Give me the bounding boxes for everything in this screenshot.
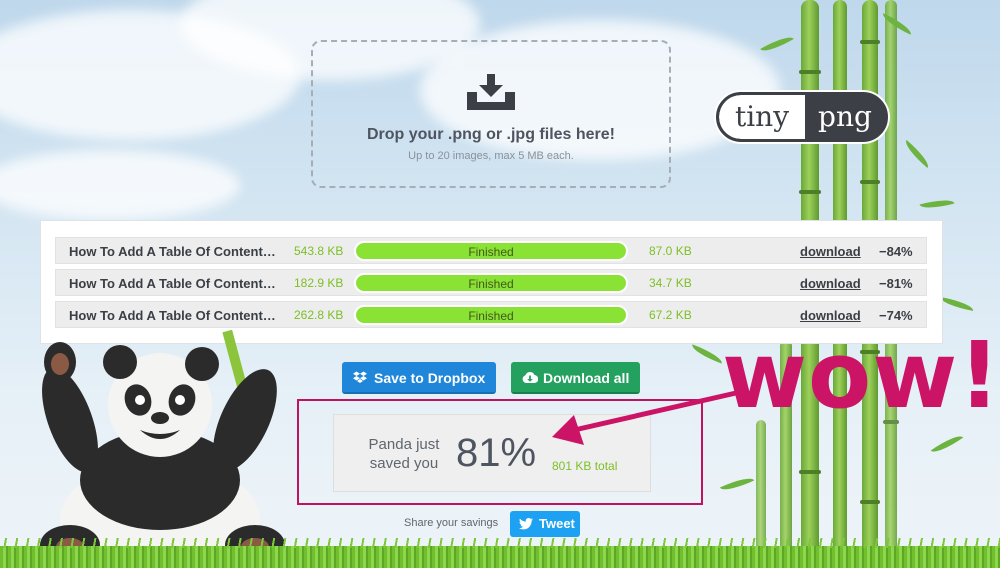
grass-ground: [0, 538, 1000, 568]
progress-bar: Finished: [354, 273, 628, 293]
progress-bar: Finished: [354, 305, 628, 325]
drop-zone-subtitle: Up to 20 images, max 5 MB each.: [408, 150, 574, 162]
savings-percent: 81%: [456, 431, 537, 475]
save-to-dropbox-button[interactable]: Save to Dropbox: [342, 362, 496, 394]
original-size: 262.8 KB: [294, 308, 344, 322]
download-link[interactable]: download: [800, 244, 861, 259]
bamboo-leaf: [719, 473, 755, 495]
result-row: How To Add A Table Of Contents To WordPr…: [55, 269, 927, 296]
tweet-label: Tweet: [539, 516, 575, 531]
reduction-percent: −84%: [879, 244, 913, 259]
bamboo-leaf: [939, 297, 975, 311]
bamboo-leaf: [919, 195, 955, 213]
download-link[interactable]: download: [800, 308, 861, 323]
progress-status: Finished: [468, 277, 514, 291]
bamboo-leaf: [901, 140, 933, 168]
file-name: How To Add A Table Of Contents To WordPr…: [69, 308, 281, 323]
twitter-bird-icon: [519, 518, 533, 530]
cloud-download-icon: [522, 372, 538, 384]
savings-label-line2: saved you: [369, 455, 439, 472]
save-to-dropbox-label: Save to Dropbox: [374, 370, 486, 386]
download-tray-icon: [467, 74, 515, 110]
savings-label: Panda just saved you: [354, 435, 454, 473]
bamboo-leaf: [760, 32, 794, 56]
compressed-size: 87.0 KB: [649, 244, 692, 258]
drop-zone-title: Drop your .png or .jpg files here!: [366, 126, 615, 143]
download-link[interactable]: download: [800, 276, 861, 291]
download-all-label: Download all: [543, 370, 630, 386]
compressed-size: 34.7 KB: [649, 276, 692, 290]
share-label: Share your savings: [404, 517, 499, 529]
tweet-button[interactable]: Tweet: [510, 511, 580, 537]
original-size: 543.8 KB: [294, 244, 344, 258]
result-row: How To Add A Table Of Contents To WordPr…: [55, 237, 927, 264]
wow-annotation: wow!: [722, 322, 1000, 429]
drop-zone[interactable]: Drop your .png or .jpg files here! Up to…: [311, 40, 671, 188]
tinypng-logo[interactable]: tiny png: [716, 92, 888, 142]
bamboo-leaf: [689, 344, 725, 364]
dropbox-icon: [353, 371, 367, 383]
annotation-arrow: [552, 390, 737, 445]
cloud: [0, 150, 240, 220]
reduction-percent: −74%: [879, 308, 913, 323]
progress-bar: Finished: [354, 241, 628, 261]
progress-status: Finished: [468, 309, 514, 323]
savings-label-line1: Panda just: [368, 436, 440, 453]
original-size: 182.9 KB: [294, 276, 344, 290]
file-name: How To Add A Table Of Contents To WordPr…: [69, 276, 281, 291]
logo-text-png: png: [818, 100, 872, 133]
compressed-size: 67.2 KB: [649, 308, 692, 322]
savings-total: 801 KB total: [552, 459, 618, 473]
bamboo-leaf: [930, 430, 964, 458]
logo-text-tiny: tiny: [719, 95, 805, 139]
reduction-percent: −81%: [879, 276, 913, 291]
file-name: How To Add A Table Of Contents To WordPr…: [69, 244, 281, 259]
panda-mascot: [40, 330, 285, 568]
progress-status: Finished: [468, 245, 514, 259]
